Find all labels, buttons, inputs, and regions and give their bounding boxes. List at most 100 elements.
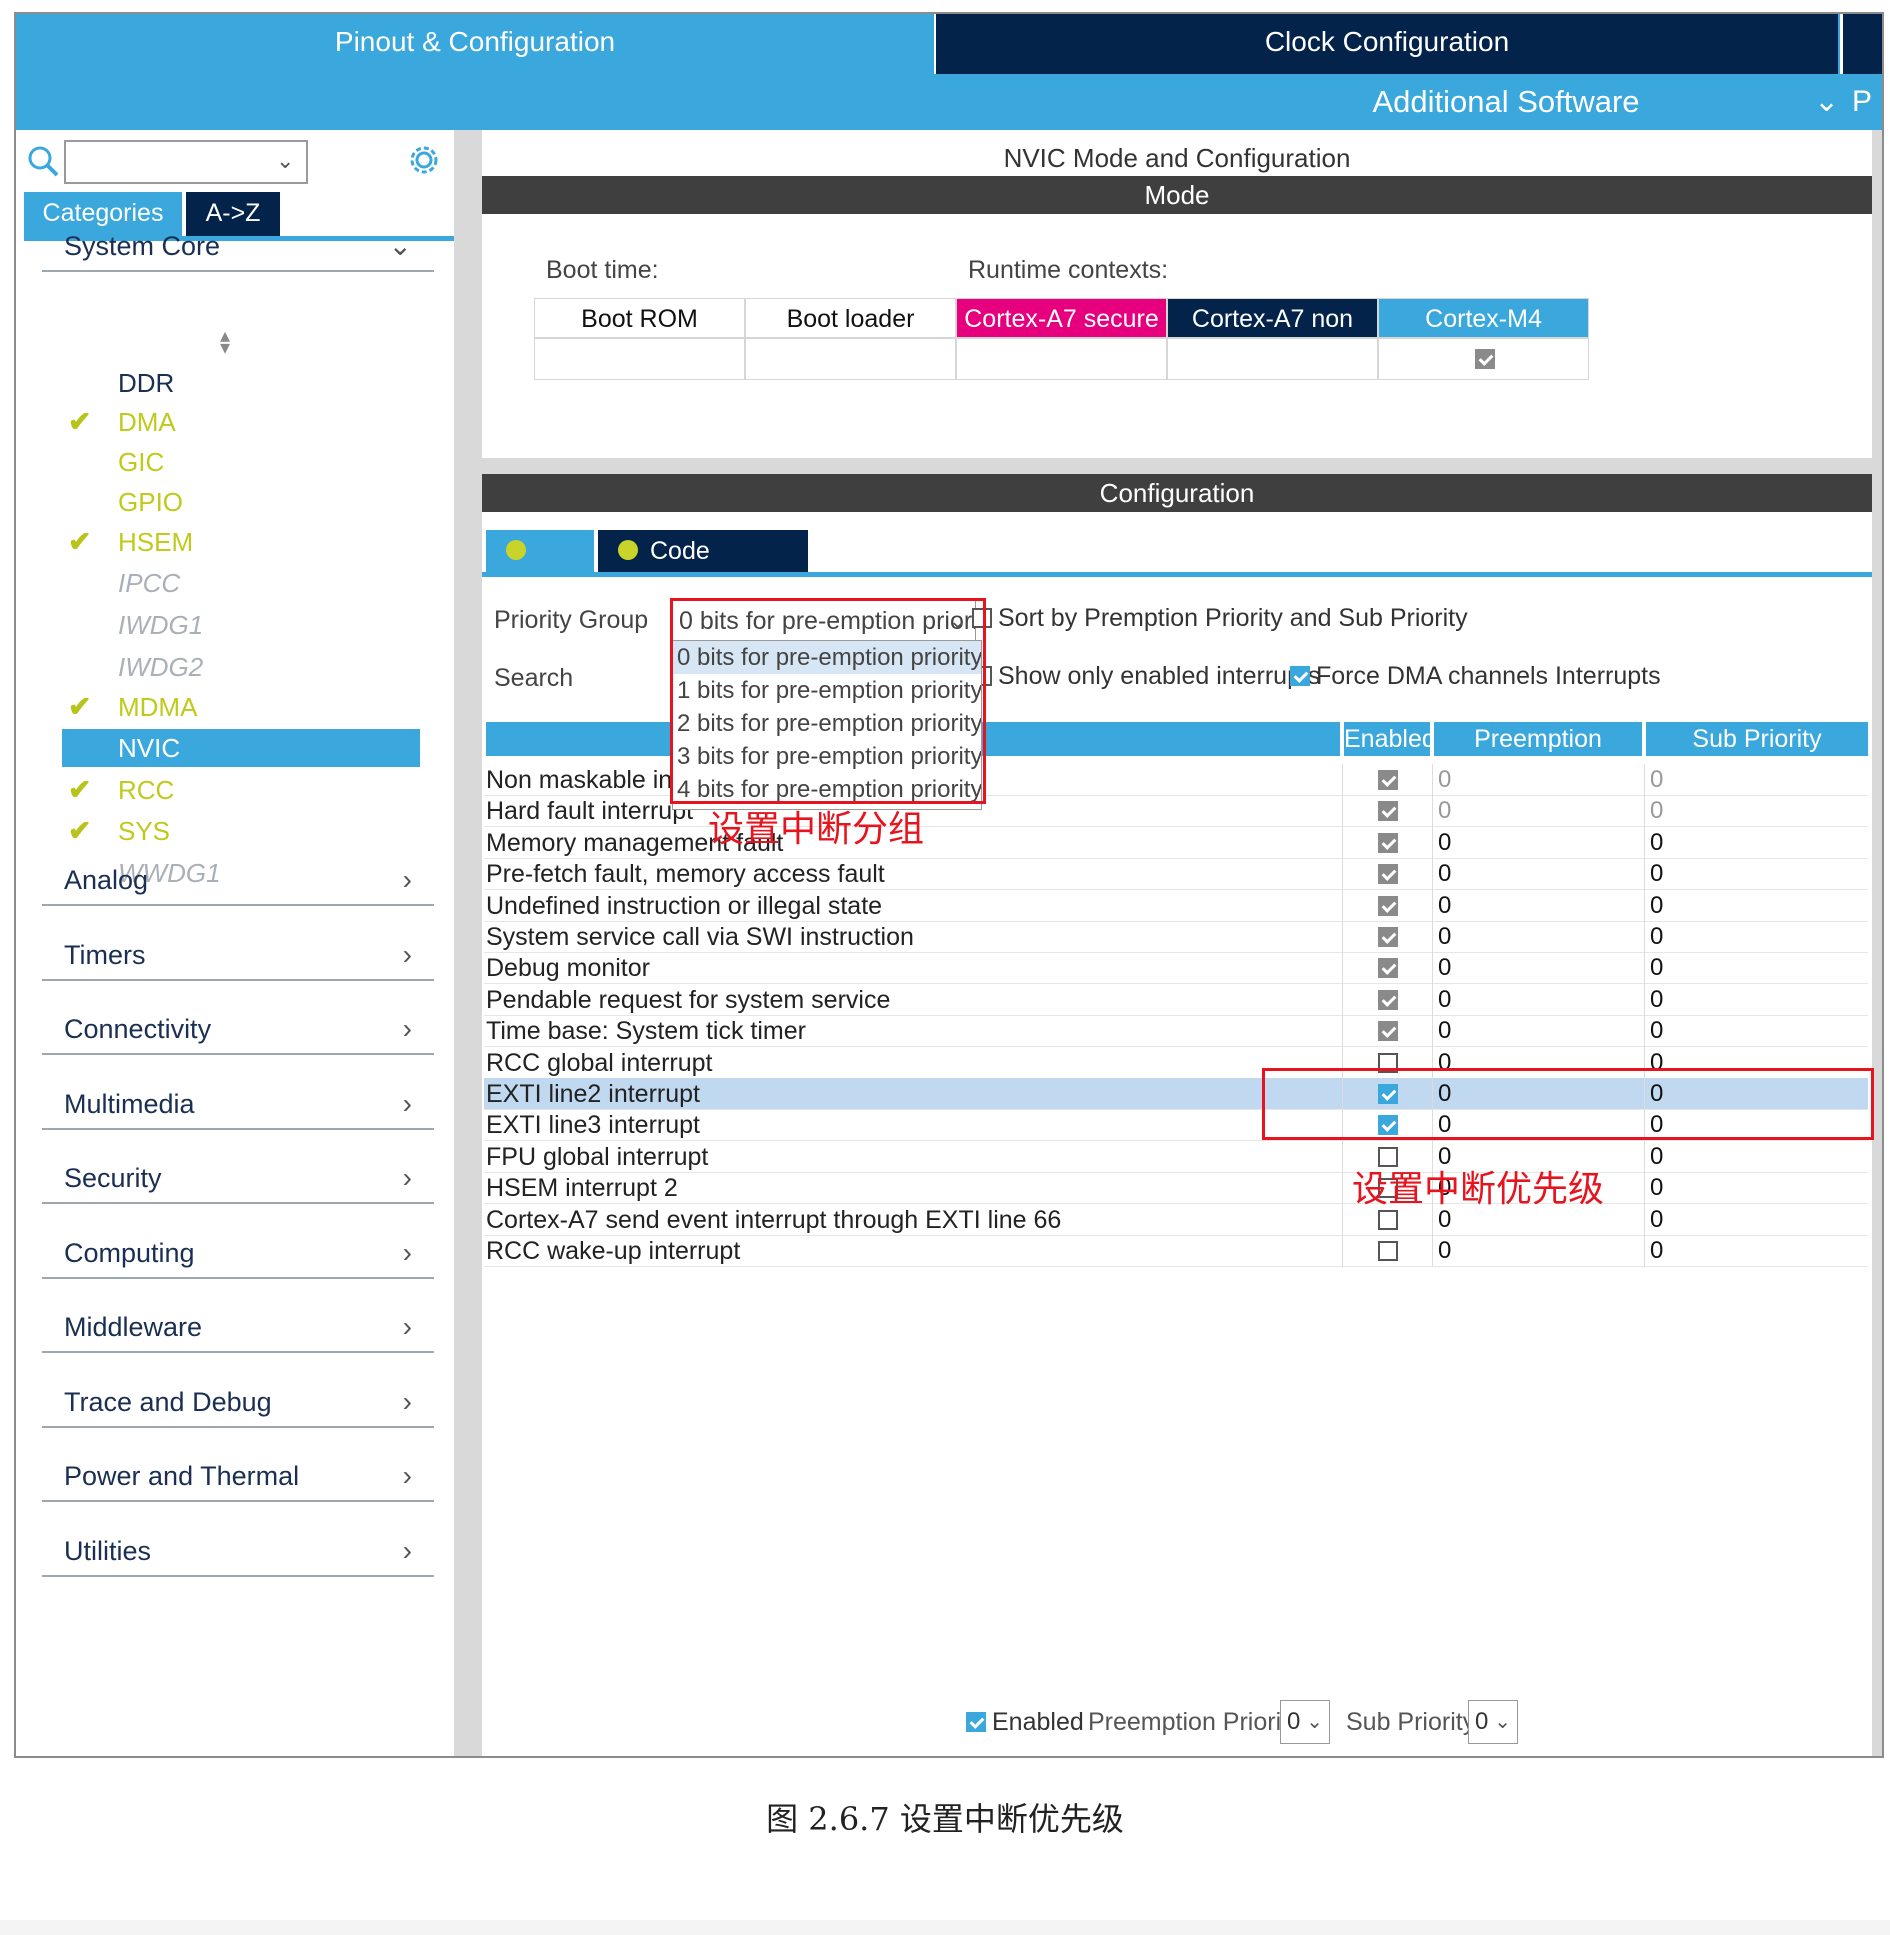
table-row[interactable]: Undefined instruction or illegal state 0 0 — [484, 890, 1868, 922]
context-header: Boot ROM — [534, 298, 745, 338]
sub-priority-value[interactable]: 0 — [1650, 1235, 1663, 1267]
sort-icon[interactable]: ▴ ▾ — [220, 326, 230, 358]
bottom-sub-select[interactable]: 0 ⌄ — [1468, 1700, 1518, 1744]
interrupt-name: System service call via SWI instruction — [486, 923, 914, 951]
section-label: Connectivity — [64, 1014, 212, 1044]
column-separator — [1644, 921, 1645, 953]
sub-priority-value[interactable]: 0 — [1650, 1172, 1663, 1204]
chevron-right-icon: › — [402, 1311, 412, 1342]
tab-project-manager-edge[interactable] — [1840, 14, 1882, 74]
core-item[interactable]: ✔ MDMA — [62, 688, 420, 726]
core-item[interactable]: IWDG1 — [62, 606, 420, 644]
preemption-priority-value[interactable]: 0 — [1438, 795, 1451, 827]
core-item[interactable]: ✔ HSEM — [62, 523, 420, 561]
bottom-enabled-checkbox[interactable] — [966, 1712, 986, 1732]
configuration-header: Configuration — [482, 474, 1872, 512]
core-item[interactable]: NVIC — [62, 729, 420, 767]
sub-priority-value[interactable]: 0 — [1650, 952, 1663, 984]
section-trace-and-debug[interactable]: Trace and Debug › — [42, 1366, 434, 1428]
column-separator — [1342, 984, 1343, 1016]
section-connectivity[interactable]: Connectivity › — [42, 993, 434, 1055]
core-item[interactable]: DDR — [62, 364, 420, 402]
column-separator — [1644, 827, 1645, 859]
preemption-priority-value[interactable]: 0 — [1438, 921, 1451, 953]
sub-priority-value[interactable]: 0 — [1650, 921, 1663, 953]
core-item[interactable]: ✔ RCC — [62, 771, 420, 809]
column-header-enabled[interactable]: Enabled — [1344, 722, 1436, 756]
preemption-priority-value[interactable]: 0 — [1438, 984, 1451, 1016]
preemption-priority-value[interactable]: 0 — [1438, 1235, 1451, 1267]
column-separator — [1644, 984, 1645, 1016]
force-dma-checkbox[interactable] — [1290, 666, 1310, 686]
section-analog[interactable]: Analog › — [42, 844, 434, 906]
column-header-preemption[interactable]: Preemption Priority — [1434, 722, 1642, 787]
core-item-label: NVIC — [118, 733, 181, 763]
tab-pinout-configuration[interactable]: Pinout & Configuration — [16, 14, 934, 74]
table-row[interactable]: FPU global interrupt 0 0 — [484, 1141, 1868, 1173]
column-separator — [1342, 1172, 1343, 1204]
table-row[interactable]: System service call via SWI instruction 0… — [484, 921, 1868, 953]
section-power-and-thermal[interactable]: Power and Thermal › — [42, 1440, 434, 1502]
column-header-sub-priority[interactable]: Sub Priority — [1646, 722, 1868, 756]
section-utilities[interactable]: Utilities › — [42, 1515, 434, 1577]
chevron-down-icon[interactable]: ⌄ — [276, 148, 298, 173]
core-item[interactable]: ✔ DMA — [62, 403, 420, 441]
check-icon: ✔ — [68, 406, 92, 437]
tab-clock-configuration[interactable]: Clock Configuration — [934, 14, 1838, 74]
interrupt-name: Undefined instruction or illegal state — [486, 892, 883, 920]
table-row[interactable]: Time base: System tick timer 0 0 — [484, 1015, 1868, 1047]
enabled-checkbox[interactable] — [1378, 1210, 1398, 1230]
table-row[interactable]: Pre-fetch fault, memory access fault 0 0 — [484, 858, 1868, 890]
bottom-preemption-select[interactable]: 0 ⌄ — [1280, 1700, 1330, 1744]
tab-nvic[interactable]: NVIC — [486, 530, 594, 607]
sub-priority-value[interactable]: 0 — [1650, 764, 1663, 796]
sub-priority-value[interactable]: 0 — [1650, 1204, 1663, 1236]
preemption-priority-value[interactable]: 0 — [1438, 1015, 1451, 1047]
section-security[interactable]: Security › — [42, 1142, 434, 1204]
section-system-core[interactable]: System Core ⌄ — [42, 210, 434, 272]
section-computing[interactable]: Computing › — [42, 1217, 434, 1279]
preemption-priority-value[interactable]: 0 — [1438, 764, 1451, 796]
sub-priority-value[interactable]: 0 — [1650, 827, 1663, 859]
tab-partial-label[interactable]: P — [1852, 74, 1882, 130]
table-row[interactable]: Debug monitor 0 0 — [484, 952, 1868, 984]
section-middleware[interactable]: Middleware › — [42, 1291, 434, 1353]
status-ok-icon — [506, 540, 526, 561]
gear-icon[interactable] — [406, 142, 442, 178]
table-row[interactable]: Cortex-A7 send event interrupt through E… — [484, 1204, 1868, 1236]
core-item[interactable]: IPCC — [62, 564, 420, 602]
table-row[interactable]: Memory management fault 0 0 — [484, 827, 1868, 859]
column-separator — [1432, 984, 1433, 1016]
page-bottom-strip — [0, 1920, 1890, 1935]
table-row[interactable]: RCC wake-up interrupt 0 0 — [484, 1235, 1868, 1267]
column-separator — [1432, 795, 1433, 827]
core-item[interactable]: GIC — [62, 443, 420, 481]
search-input[interactable]: ⌄ — [64, 140, 308, 184]
column-separator — [1342, 890, 1343, 922]
show-enabled-label: Show only enabled interrupts — [998, 662, 1321, 690]
sub-priority-value[interactable]: 0 — [1650, 1141, 1663, 1173]
preemption-priority-value[interactable]: 0 — [1438, 858, 1451, 890]
sub-priority-value[interactable]: 0 — [1650, 858, 1663, 890]
tab-additional-software[interactable]: Additional Software — [1306, 74, 1706, 130]
enabled-checkbox[interactable] — [1378, 1241, 1398, 1261]
table-row[interactable]: Pendable request for system service 0 0 — [484, 984, 1868, 1016]
search-icon[interactable] — [26, 144, 60, 178]
section-multimedia[interactable]: Multimedia › — [42, 1068, 434, 1130]
column-separator — [1432, 890, 1433, 922]
preemption-priority-value[interactable]: 0 — [1438, 890, 1451, 922]
tab-code-generation[interactable]: Code generation — [598, 530, 808, 607]
section-timers[interactable]: Timers › — [42, 919, 434, 981]
sub-priority-value[interactable]: 0 — [1650, 795, 1663, 827]
interrupt-name: Cortex-A7 send event interrupt through E… — [486, 1206, 1062, 1234]
configuration-panel: Configuration NVIC Code generation Prior… — [482, 474, 1874, 1756]
sub-priority-value[interactable]: 0 — [1650, 1015, 1663, 1047]
table-row[interactable]: HSEM interrupt 200 — [484, 1172, 1868, 1204]
core-item[interactable]: IWDG2 — [62, 648, 420, 686]
sub-priority-value[interactable]: 0 — [1650, 890, 1663, 922]
preemption-priority-value[interactable]: 0 — [1438, 827, 1451, 859]
chevron-down-icon[interactable]: ⌄ — [1814, 74, 1848, 130]
sub-priority-value[interactable]: 0 — [1650, 984, 1663, 1016]
core-item[interactable]: GPIO — [62, 483, 420, 521]
preemption-priority-value[interactable]: 0 — [1438, 952, 1451, 984]
